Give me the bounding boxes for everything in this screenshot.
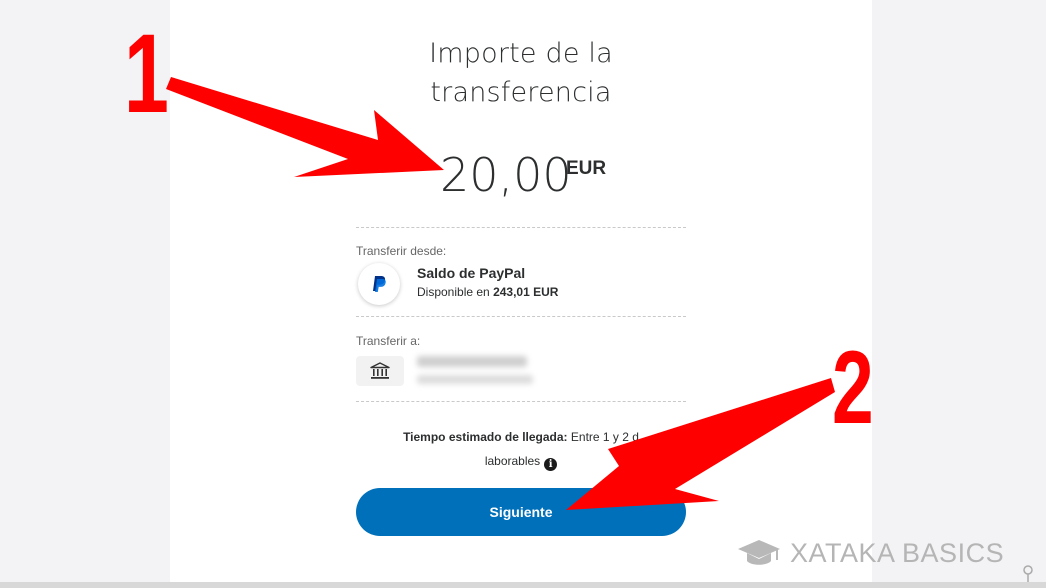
brand-text: XATAKA BASICS bbox=[790, 537, 1005, 568]
graduation-cap-icon bbox=[738, 540, 780, 565]
scroll-corner-icon bbox=[1023, 565, 1033, 582]
brand-watermark: XATAKA BASICS bbox=[736, 533, 1004, 573]
annotation-number-1: 1 bbox=[124, 11, 169, 136]
horizontal-scrollbar[interactable] bbox=[0, 582, 1046, 588]
annotation-arrow-2 bbox=[566, 378, 835, 510]
annotation-arrow-1 bbox=[166, 77, 444, 177]
annotation-number-2: 2 bbox=[832, 330, 874, 446]
